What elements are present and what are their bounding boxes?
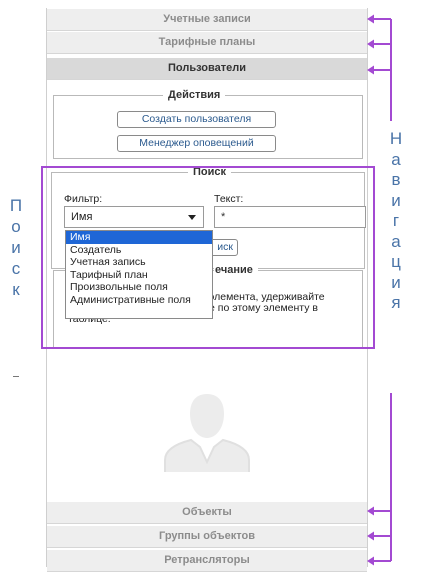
accordion-retranslators[interactable]: Ретрансляторы	[47, 550, 367, 572]
filter-option-account[interactable]: Учетная запись	[66, 256, 212, 269]
filter-select-value: Имя	[71, 211, 93, 223]
arrow-left-icon	[367, 39, 374, 49]
arrow-left-icon	[367, 14, 374, 24]
filter-option-admin-fields[interactable]: Административные поля	[66, 294, 212, 307]
accordion-objects[interactable]: Объекты	[47, 502, 367, 524]
actions-legend: Действия	[163, 88, 226, 102]
actions-fieldset: Действия Создать пользователя Менеджер о…	[53, 88, 363, 159]
filter-label: Фильтр:	[64, 193, 103, 205]
filter-option-creator[interactable]: Создатель	[66, 244, 212, 257]
accordion-accounts[interactable]: Учетные записи	[47, 9, 367, 31]
search-text-input[interactable]: *	[214, 206, 366, 228]
note-line-2: е по этому элементу в	[209, 302, 318, 314]
arrow-left-icon	[367, 65, 374, 75]
arrow-left-icon	[367, 506, 374, 516]
chevron-down-icon	[188, 215, 196, 220]
search-annotation-label: П о и с к	[9, 196, 23, 299]
text-label: Текст:	[214, 193, 244, 205]
filter-select[interactable]: Имя	[64, 206, 204, 228]
note-legend: ечание	[214, 263, 258, 277]
accordion-object-groups[interactable]: Группы объектов	[47, 526, 367, 548]
create-user-button[interactable]: Создать пользователя	[117, 111, 276, 128]
notification-manager-button[interactable]: Менеджер оповещений	[117, 135, 276, 152]
accordion-users[interactable]: Пользователи	[47, 58, 367, 80]
user-silhouette-icon	[164, 394, 250, 472]
filter-dropdown: Имя Создатель Учетная запись Тарифный пл…	[65, 230, 213, 319]
filter-option-custom-fields[interactable]: Произвольные поля	[66, 281, 212, 294]
filter-option-tariff-plan[interactable]: Тарифный план	[66, 269, 212, 282]
accordion-tariff-plans[interactable]: Тарифные планы	[47, 32, 367, 54]
search-legend: Поиск	[188, 165, 232, 179]
filter-option-name[interactable]: Имя	[66, 231, 212, 244]
navigation-bracket	[367, 14, 392, 566]
arrow-left-icon	[367, 531, 374, 541]
users-panel: Учетные записи Тарифные планы Пользовате…	[46, 8, 368, 572]
arrow-left-icon	[367, 556, 374, 566]
search-fieldset: Поиск Фильтр: Текст: Имя * иск Имя Созда…	[51, 165, 366, 319]
left-dash-mark	[13, 376, 19, 377]
